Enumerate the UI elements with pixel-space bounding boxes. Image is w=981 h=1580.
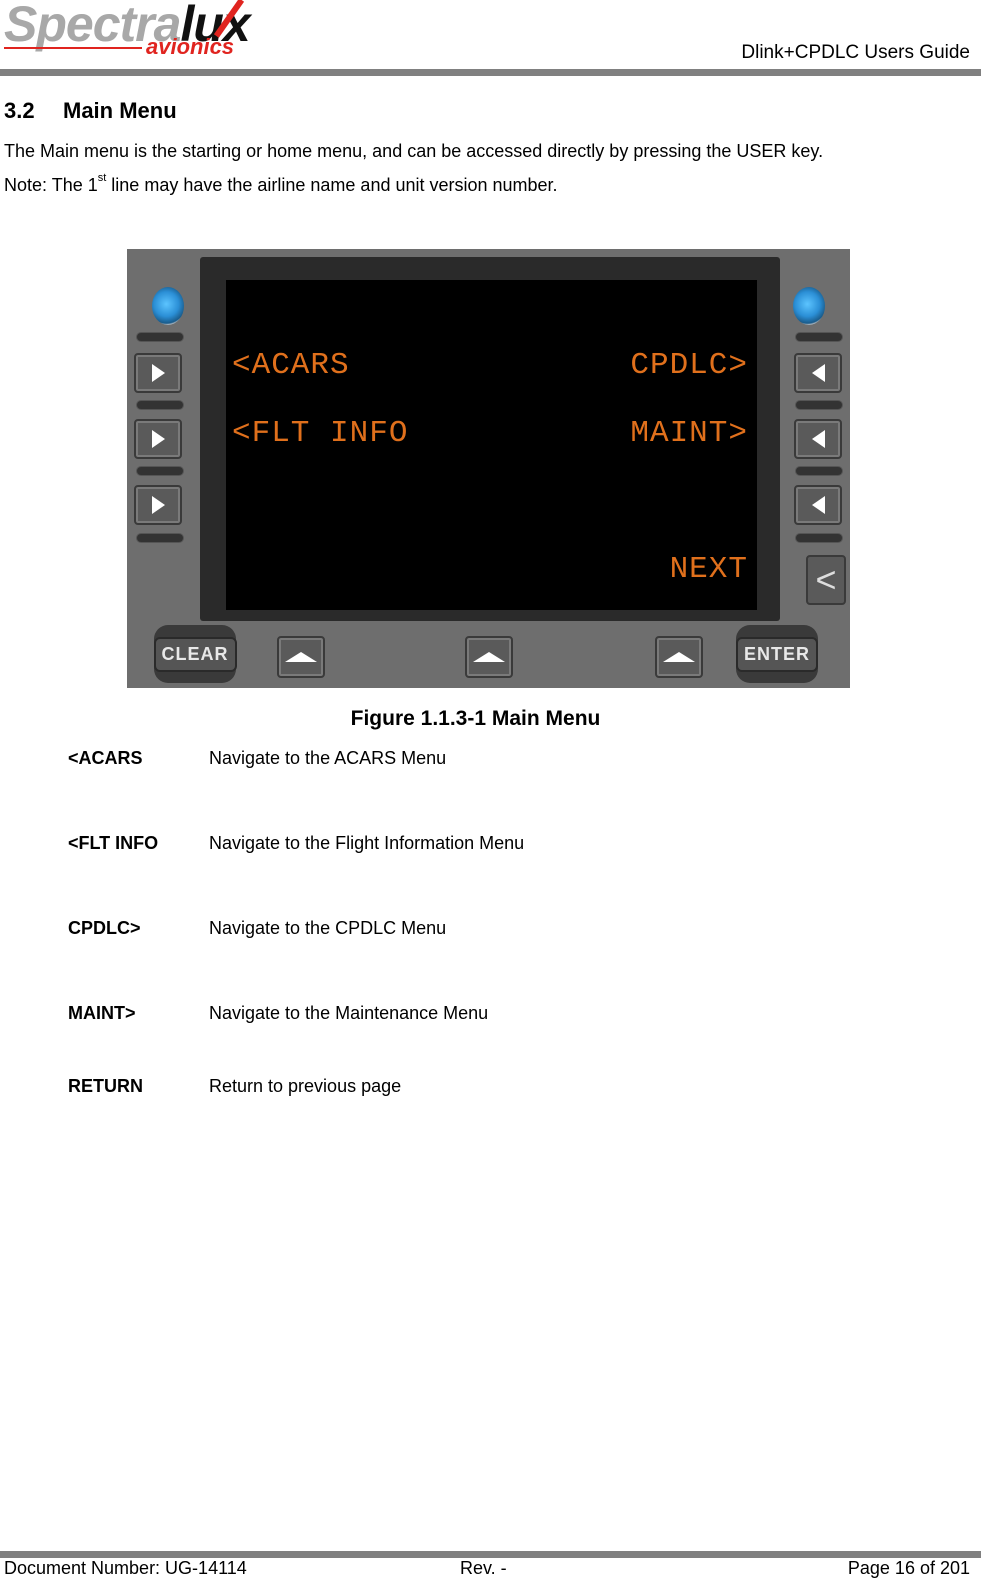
left-line-select-key-1[interactable] [134,353,182,393]
definition-term: MAINT> [68,1003,136,1023]
definition-term: <ACARS [68,748,143,768]
arrow-left-icon [811,430,825,448]
right-slot-divider [795,332,843,342]
screen-left-line-2: <FLT INFO [232,416,409,451]
definition-desc: Navigate to the Flight Information Menu [209,833,525,853]
definition-desc: Navigate to the ACARS Menu [209,748,447,768]
arrow-left-icon [811,496,825,514]
up-key-2[interactable] [465,636,513,678]
left-slot-divider [136,533,184,543]
left-line-select-key-2[interactable] [134,419,182,459]
cdu-screen: <ACARS CPDLC> <FLT INFO MAINT> NEXT [226,280,757,610]
left-slot-divider [136,332,184,342]
footer-page-number: Page 16 of 201 [847,1558,970,1578]
right-line-select-key-2[interactable] [794,419,842,459]
logo-subtitle: avionics [146,34,235,59]
section-title: Main Menu [63,98,177,123]
arrow-right-icon [151,430,165,448]
up-key-3[interactable] [655,636,703,678]
header-divider [0,69,981,76]
screen-right-line-1: CPDLC> [630,348,748,383]
intro-paragraph: The Main menu is the starting or home me… [4,141,824,161]
clear-key[interactable]: CLEAR [153,625,237,683]
note-prefix: Note: The 1 [4,175,98,195]
clear-key-label: CLEAR [153,636,237,672]
footer-document-number: Document Number: UG-14114 [4,1558,247,1578]
left-slot-divider [136,466,184,476]
right-slot-divider [795,466,843,476]
definition-term: <FLT INFO [68,833,159,853]
arrow-left-icon [811,364,825,382]
right-line-select-key-3[interactable] [794,485,842,525]
definition-desc: Navigate to the Maintenance Menu [209,1003,489,1023]
note-paragraph: Note: The 1st line may have the airline … [4,172,558,196]
logo-underline [4,47,142,49]
section-heading: 3.2 Main Menu [4,98,177,124]
chevron-left-icon: < [815,559,837,600]
footer-revision: Rev. - [460,1558,507,1578]
definition-term: CPDLC> [68,918,141,938]
enter-key-label: ENTER [736,636,819,672]
figure-caption-text: Figure 1.1.3-1 Main Menu [350,707,601,730]
left-brightness-led-icon [152,287,184,325]
note-superscript: st [97,172,107,184]
screen-left-line-1: <ACARS [232,348,350,383]
definition-desc: Return to previous page [209,1076,402,1096]
right-brightness-led-icon [793,287,825,325]
right-slot-divider [795,400,843,410]
figure-caption: Figure 1.1.3-1 Main Menu [0,707,981,731]
return-key[interactable]: < [806,555,846,605]
arrow-up-icon [473,652,505,662]
arrow-right-icon [151,364,165,382]
document-title: Dlink+CPDLC Users Guide [741,42,970,63]
definition-term: RETURN [68,1076,143,1096]
right-line-select-key-1[interactable] [794,353,842,393]
screen-next-label: NEXT [669,552,748,587]
screen-right-line-2: MAINT> [630,416,748,451]
cdu-main-menu-figure: <ACARS CPDLC> <FLT INFO MAINT> NEXT < CL… [127,249,850,688]
left-line-select-key-3[interactable] [134,485,182,525]
right-slot-divider [795,533,843,543]
left-slot-divider [136,400,184,410]
definition-desc: Navigate to the CPDLC Menu [209,918,447,938]
enter-key[interactable]: ENTER [736,625,819,683]
arrow-up-icon [285,652,317,662]
arrow-right-icon [151,496,165,514]
section-number: 3.2 [4,98,35,123]
note-suffix: line may have the airline name and unit … [106,175,558,195]
spectralux-logo: Spectralux avionics [4,0,254,62]
arrow-up-icon [663,652,695,662]
footer-divider [0,1551,981,1558]
up-key-1[interactable] [277,636,325,678]
